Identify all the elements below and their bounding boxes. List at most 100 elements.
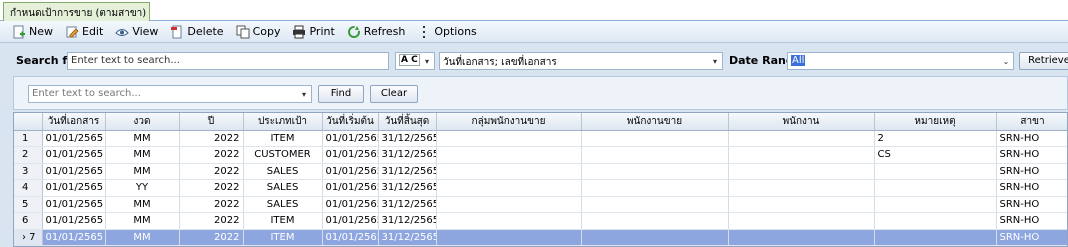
employee-cell[interactable] [728,196,875,213]
sales-group-cell[interactable] [436,163,582,180]
salesperson-cell[interactable] [581,163,729,180]
remark-cell[interactable] [874,163,997,180]
column-header[interactable]: พนักงาน [728,113,875,131]
branch-cell[interactable]: SRN-HO [996,130,1067,147]
row-number[interactable]: › 7 [14,229,43,246]
doc-date-cell[interactable]: 01/01/2565 [42,229,106,246]
period-cell[interactable]: YY [105,179,180,197]
branch-cell[interactable]: SRN-HO [996,229,1067,246]
options-button[interactable]: Options [417,22,477,42]
sales-group-cell[interactable] [436,196,582,213]
start-date-cell[interactable]: 01/01/2565 [322,229,379,246]
salesperson-cell[interactable] [581,130,729,147]
delete-button[interactable]: Delete [170,22,224,42]
branch-cell[interactable]: SRN-HO [996,212,1067,230]
branch-cell[interactable]: SRN-HO [996,146,1067,164]
column-header[interactable]: งวด [105,113,180,131]
row-number[interactable]: 4 [14,179,43,197]
target-type-cell[interactable]: ITEM [243,212,323,230]
remark-cell[interactable]: 2 [874,130,997,147]
target-type-cell[interactable]: SALES [243,196,323,213]
target-type-cell[interactable]: CUSTOMER [243,146,323,164]
end-date-cell[interactable]: 31/12/2565 [378,229,437,246]
table-row[interactable]: › 7 01/01/2565 MM 2022 ITEM 01/01/2565 31/12/2… [14,229,1067,246]
column-header[interactable]: พนักงานขาย [581,113,729,131]
table-row[interactable]: 1 01/01/2565 MM 2022 ITEM 01/01/2565 31/12/256… [14,130,1067,147]
row-number[interactable]: 1 [14,130,43,147]
table-row[interactable]: 4 01/01/2565 YY 2022 SALES 01/01/2565 31/12/25… [14,179,1067,197]
retrieve-button[interactable]: Retrieve [1019,52,1068,70]
year-cell[interactable]: 2022 [179,130,244,147]
remark-cell[interactable] [874,179,997,197]
sales-group-cell[interactable] [436,146,582,164]
salesperson-cell[interactable] [581,179,729,197]
start-date-cell[interactable]: 01/01/2565 [322,196,379,213]
salesperson-cell[interactable] [581,146,729,164]
target-type-cell[interactable]: SALES [243,179,323,197]
sales-group-cell[interactable] [436,130,582,147]
table-row[interactable]: 2 01/01/2565 MM 2022 CUSTOMER 01/01/2565 31/12… [14,146,1067,164]
find-input[interactable]: Enter text to search... ▾ [28,85,312,103]
year-cell[interactable]: 2022 [179,212,244,230]
year-cell[interactable]: 2022 [179,229,244,246]
period-cell[interactable]: MM [105,196,180,213]
row-number[interactable]: 3 [14,163,43,180]
employee-cell[interactable] [728,146,875,164]
salesperson-cell[interactable] [581,196,729,213]
search-mode-dropdown[interactable]: A C ▾ [395,52,435,70]
refresh-button[interactable]: Refresh [347,22,405,42]
edit-button[interactable]: Edit [65,22,103,42]
branch-cell[interactable]: SRN-HO [996,196,1067,213]
doc-date-cell[interactable]: 01/01/2565 [42,212,106,230]
row-number[interactable]: 5 [14,196,43,213]
start-date-cell[interactable]: 01/01/2565 [322,146,379,164]
sales-group-cell[interactable] [436,212,582,230]
tab-sales-target-by-branch[interactable]: กำหนดเป้าการขาย (ตามสาขา) [3,2,150,21]
end-date-cell[interactable]: 31/12/2565 [378,163,437,180]
employee-cell[interactable] [728,130,875,147]
copy-button[interactable]: Copy [236,22,280,42]
table-row[interactable]: 5 01/01/2565 MM 2022 SALES 01/01/2565 31/12/25… [14,196,1067,213]
end-date-cell[interactable]: 31/12/2565 [378,212,437,230]
start-date-cell[interactable]: 01/01/2565 [322,130,379,147]
salesperson-cell[interactable] [581,212,729,230]
row-number[interactable]: 6 [14,212,43,230]
remark-cell[interactable]: CS [874,146,997,164]
target-type-cell[interactable]: ITEM [243,229,323,246]
start-date-cell[interactable]: 01/01/2565 [322,179,379,197]
remark-cell[interactable] [874,229,997,246]
employee-cell[interactable] [728,163,875,180]
employee-cell[interactable] [728,179,875,197]
employee-cell[interactable] [728,229,875,246]
clear-button[interactable]: Clear [370,85,418,103]
search-input[interactable]: Enter text to search... [67,52,389,70]
new-button[interactable]: New [12,22,53,42]
date-range-dropdown[interactable]: All ⌄ [787,52,1014,70]
period-cell[interactable]: MM [105,163,180,180]
column-header[interactable]: หมายเหตุ [874,113,997,131]
year-cell[interactable]: 2022 [179,179,244,197]
sales-group-cell[interactable] [436,229,582,246]
year-cell[interactable]: 2022 [179,163,244,180]
end-date-cell[interactable]: 31/12/2565 [378,196,437,213]
doc-date-cell[interactable]: 01/01/2565 [42,196,106,213]
target-type-cell[interactable]: ITEM [243,130,323,147]
doc-date-cell[interactable]: 01/01/2565 [42,163,106,180]
period-cell[interactable]: MM [105,229,180,246]
branch-cell[interactable]: SRN-HO [996,179,1067,197]
remark-cell[interactable] [874,212,997,230]
year-cell[interactable]: 2022 [179,146,244,164]
end-date-cell[interactable]: 31/12/2565 [378,146,437,164]
column-header[interactable]: วันที่สิ้นสุด [378,113,437,131]
column-header[interactable]: สาขา [996,113,1067,131]
find-button[interactable]: Find [318,85,364,103]
column-header[interactable]: วันที่เริ่มต้น [322,113,379,131]
column-header[interactable]: ประเภทเป้า [243,113,323,131]
remark-cell[interactable] [874,196,997,213]
sales-group-cell[interactable] [436,179,582,197]
period-cell[interactable]: MM [105,130,180,147]
branch-cell[interactable]: SRN-HO [996,163,1067,180]
doc-date-cell[interactable]: 01/01/2565 [42,146,106,164]
doc-date-cell[interactable]: 01/01/2565 [42,179,106,197]
search-fields-dropdown[interactable]: วันที่เอกสาร; เลขที่เอกสาร ▾ [439,52,723,70]
